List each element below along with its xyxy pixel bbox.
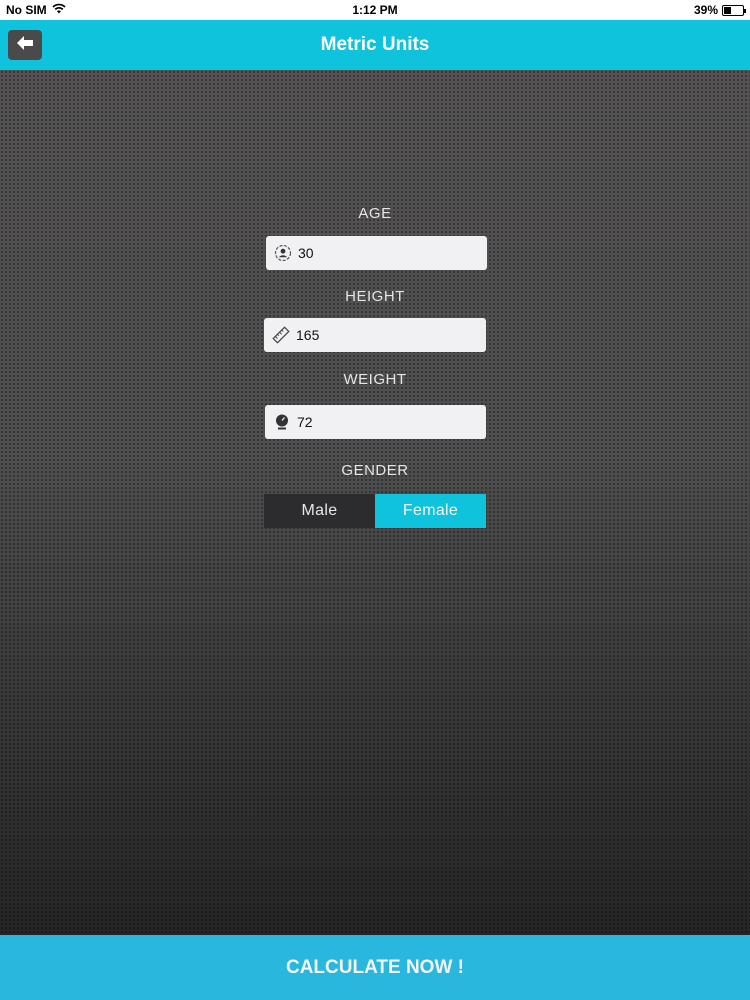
height-field[interactable]: [264, 318, 486, 352]
weight-field[interactable]: [265, 405, 486, 439]
status-bar: No SIM 1:12 PM 39%: [0, 0, 750, 20]
battery-icon: [722, 4, 746, 16]
age-input[interactable]: [298, 245, 468, 261]
nav-bar: Metric Units: [0, 20, 750, 70]
weight-input[interactable]: [297, 414, 467, 430]
gender-toggle: Male Female: [264, 494, 486, 528]
page-title: Metric Units: [320, 34, 430, 55]
age-field[interactable]: [266, 236, 487, 270]
scale-icon: [272, 412, 292, 432]
person-icon: [273, 243, 293, 263]
status-right: 39%: [693, 3, 746, 17]
gender-label: GENDER: [341, 462, 409, 479]
calculate-button[interactable]: CALCULATE NOW !: [0, 935, 750, 1000]
ruler-icon: [271, 325, 291, 345]
weight-label: WEIGHT: [343, 371, 407, 388]
battery-percent: 39%: [693, 3, 718, 17]
height-label: HEIGHT: [345, 288, 405, 305]
age-label: AGE: [358, 205, 392, 222]
main-content: AGE HEIGHT WEIGHT: [0, 70, 750, 935]
status-time: 1:12 PM: [352, 3, 398, 17]
battery-level: [724, 6, 732, 14]
height-input[interactable]: [296, 327, 466, 343]
gender-male-option[interactable]: Male: [264, 494, 375, 528]
gender-female-option[interactable]: Female: [375, 494, 486, 528]
